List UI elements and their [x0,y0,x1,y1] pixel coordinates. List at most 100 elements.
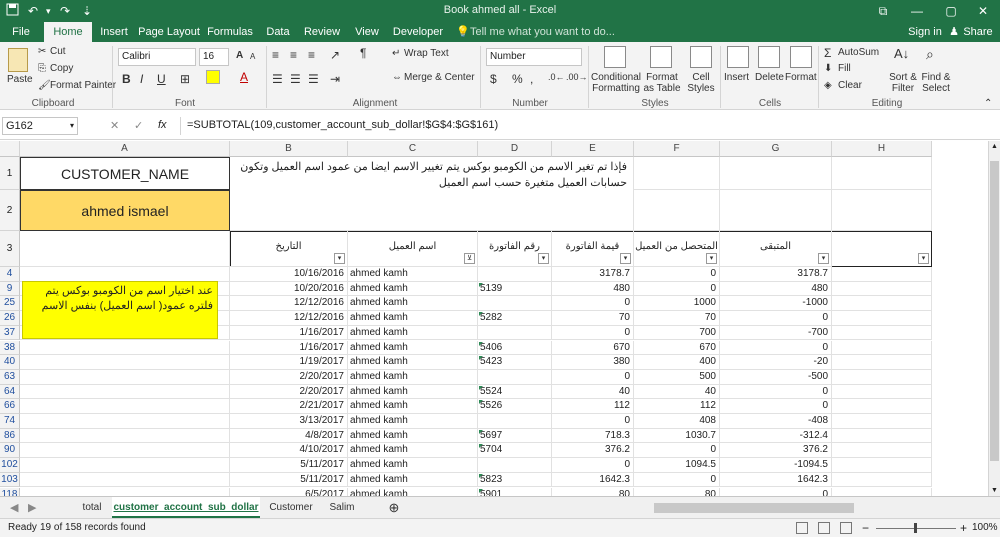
fill-color-icon[interactable] [206,70,220,84]
column-header-c[interactable]: C [348,141,478,157]
paid-cell[interactable]: 0 [634,443,720,459]
empty-cell[interactable] [634,157,720,190]
row-header[interactable]: 1 [0,157,20,190]
align-bottom-icon[interactable]: ≡ [308,48,315,62]
tab-formulas[interactable]: Formulas [204,22,256,42]
remaining-cell[interactable]: 480 [720,281,832,297]
empty-cell[interactable] [832,428,932,444]
invoice-no-cell[interactable]: 5526 [478,399,552,414]
cut-button[interactable]: Cut [50,46,66,57]
customer-cell[interactable]: ahmed kamh [348,414,478,429]
customer-cell[interactable]: ahmed kamh [348,428,478,444]
empty-cell[interactable] [832,311,932,326]
paid-cell[interactable]: 408 [634,414,720,429]
invoice-value-cell[interactable]: 0 [552,296,634,312]
invoice-value-cell[interactable]: 40 [552,384,634,400]
empty-cell[interactable] [634,190,720,231]
sheet-tab-customer[interactable]: Customer [264,497,318,518]
customer-cell[interactable]: ahmed kamh [348,325,478,341]
remaining-cell[interactable]: -1000 [720,296,832,312]
fill-button[interactable]: Fill [838,63,851,74]
row-header[interactable]: 2 [0,190,20,231]
customer-cell[interactable]: ahmed kamh [348,355,478,370]
invoice-no-cell[interactable]: 5406 [478,340,552,356]
empty-cell[interactable] [832,487,932,496]
invoice-no-cell[interactable] [478,267,552,282]
scroll-thumb[interactable] [990,161,999,461]
row-header[interactable]: 64 [0,384,20,400]
clear-button[interactable]: Clear [838,80,862,91]
empty-cell[interactable] [720,190,832,231]
empty-cell[interactable] [20,231,230,267]
enter-icon[interactable]: ✓ [134,119,143,132]
minimize-button[interactable]: — [900,0,934,22]
error-indicator-icon[interactable] [479,488,483,493]
row-header[interactable]: 74 [0,414,20,429]
invoice-value-cell[interactable]: 376.2 [552,443,634,459]
error-indicator-icon[interactable] [479,312,483,317]
borders-icon[interactable]: ⊞ [180,72,190,86]
empty-cell[interactable] [720,157,832,190]
empty-cell[interactable] [20,414,230,429]
column-header-g[interactable]: G [720,141,832,157]
conditional-formatting-button[interactable]: Conditional Formatting [590,72,642,94]
remaining-cell[interactable]: -408 [720,414,832,429]
row-header[interactable]: 102 [0,458,20,473]
align-center-icon[interactable]: ☰ [290,72,301,86]
sheet-tab-customer-account[interactable]: customer_account_sub_dollar [112,497,260,518]
remaining-cell[interactable]: -700 [720,325,832,341]
invoice-value-cell[interactable]: 0 [552,458,634,473]
invoice-no-cell[interactable] [478,458,552,473]
tab-insert[interactable]: Insert [94,22,134,42]
customer-cell[interactable]: ahmed kamh [348,384,478,400]
tab-home[interactable]: Home [44,22,92,42]
error-indicator-icon[interactable] [479,356,483,361]
cut-icon[interactable]: ✂ [38,46,46,57]
remaining-cell[interactable]: 0 [720,340,832,356]
scroll-down-icon[interactable]: ▼ [991,487,998,494]
empty-cell[interactable] [832,384,932,400]
delete-cells-button[interactable]: Delete [755,72,784,83]
paid-cell[interactable]: 670 [634,340,720,356]
tab-page-layout[interactable]: Page Layout [138,22,200,42]
date-cell[interactable]: 6/5/2017 [230,487,348,496]
customer-name-label[interactable]: CUSTOMER_NAME [20,157,230,190]
column-header-b[interactable]: B [230,141,348,157]
align-right-icon[interactable]: ☰ [308,72,319,86]
invoice-no-cell[interactable]: 5697 [478,428,552,444]
empty-cell[interactable] [20,458,230,473]
underline-button[interactable]: U [157,72,166,86]
align-middle-icon[interactable]: ≡ [290,48,297,62]
format-painter-button[interactable]: Format Painter [50,80,116,91]
empty-cell[interactable] [832,355,932,370]
row-header[interactable]: 86 [0,428,20,444]
remaining-cell[interactable]: -20 [720,355,832,370]
tab-view[interactable]: View [348,22,386,42]
invoice-value-cell[interactable]: 380 [552,355,634,370]
row-header[interactable]: 90 [0,443,20,459]
invoice-value-cell[interactable]: 718.3 [552,428,634,444]
empty-cell[interactable] [20,399,230,414]
paid-cell[interactable]: 1030.7 [634,428,720,444]
customer-cell[interactable]: ahmed kamh [348,369,478,385]
empty-cell[interactable] [832,399,932,414]
comma-button[interactable]: , [530,72,533,86]
paste-button[interactable]: Paste [7,74,33,85]
align-top-icon[interactable]: ≡ [272,48,279,62]
paste-icon[interactable] [8,48,28,72]
page-break-view-icon[interactable] [840,522,852,534]
empty-cell[interactable] [832,267,932,282]
invoice-no-cell[interactable] [478,414,552,429]
customer-cell[interactable]: ahmed kamh [348,296,478,312]
format-cells-button[interactable]: Format [785,72,817,83]
increase-decimal-icon[interactable]: .0← [548,72,565,82]
insert-cells-button[interactable]: Insert [724,72,749,83]
row-header[interactable]: 63 [0,369,20,385]
format-as-table-button[interactable]: Format as Table [642,72,682,94]
error-indicator-icon[interactable] [479,444,483,449]
date-cell[interactable]: 12/12/2016 [230,311,348,326]
vertical-scrollbar[interactable]: ▲ ▼ [988,141,1000,496]
row-header[interactable]: 38 [0,340,20,356]
column-header-h[interactable]: H [832,141,932,157]
remaining-cell[interactable]: -312.4 [720,428,832,444]
